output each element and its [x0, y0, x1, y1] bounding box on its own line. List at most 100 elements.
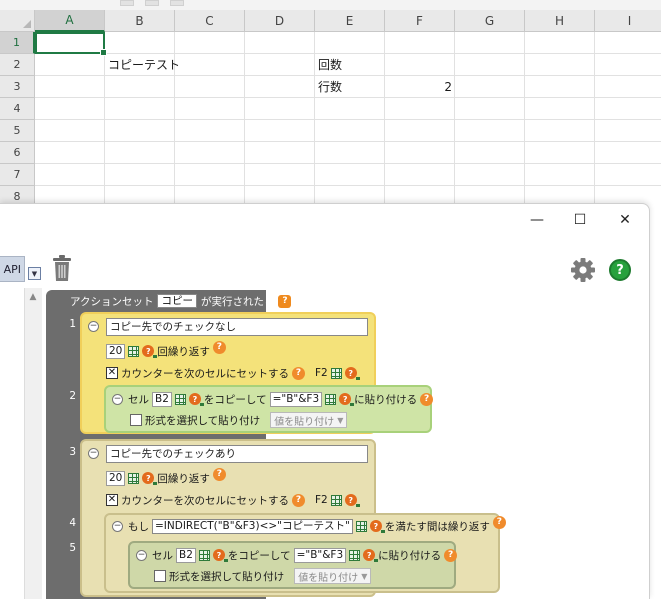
ribbon-button[interactable] — [170, 0, 184, 6]
collapse-toggle[interactable]: − — [88, 321, 99, 332]
collapse-toggle[interactable]: − — [112, 394, 123, 405]
formula-icon[interactable]: ? — [344, 367, 360, 380]
format-select[interactable]: 値を貼り付け ▼ — [294, 568, 372, 584]
cell-picker-icon[interactable] — [349, 549, 361, 561]
format-select[interactable]: 値を貼り付け ▼ — [270, 412, 348, 428]
formula-icon[interactable]: ? — [212, 549, 228, 562]
cell-picker-icon[interactable] — [128, 345, 140, 357]
column-header-b[interactable]: B — [105, 10, 175, 32]
repeat-block-1: − コピー先でのチェックなし 20 ? 回繰り返す ? ✕ カウンターを次のセル… — [80, 312, 434, 434]
trash-icon[interactable] — [50, 254, 74, 282]
close-button[interactable]: ✕ — [610, 208, 640, 232]
row-header-5[interactable]: 5 — [0, 120, 35, 142]
ribbon-strip — [0, 0, 661, 10]
formula-icon[interactable]: ? — [339, 393, 355, 406]
cell-f3[interactable]: 2 — [385, 76, 455, 98]
help-icon[interactable]: ? — [492, 515, 506, 529]
formula-icon[interactable]: ? — [142, 472, 158, 485]
api-tab[interactable]: API — [0, 256, 25, 282]
cell-e2[interactable]: 回数 — [315, 54, 345, 76]
format-label: 形式を選択して貼り付け — [145, 414, 261, 427]
cell-picker-icon[interactable] — [330, 367, 342, 379]
repeat-count-input[interactable]: 20 — [106, 343, 126, 359]
cell-b2[interactable]: コピーテスト — [105, 54, 183, 76]
row-header-7[interactable]: 7 — [0, 164, 35, 186]
cell-picker-icon[interactable] — [330, 494, 342, 506]
cell-label: セル — [128, 393, 149, 406]
condition-input[interactable]: =INDIRECT("B"&F3)<>"コピーテスト" — [152, 518, 353, 534]
collapse-toggle[interactable]: − — [88, 448, 99, 459]
row-header-6[interactable]: 6 — [0, 142, 35, 164]
copy-dest-input[interactable]: ="B"&F3 — [293, 547, 347, 563]
format-checkbox[interactable] — [130, 414, 142, 426]
repeat-count-input[interactable]: 20 — [106, 470, 126, 486]
column-header-f[interactable]: F — [385, 10, 455, 32]
cell-picker-icon[interactable] — [355, 520, 367, 532]
counter-label: カウンターを次のセルにセットする — [121, 494, 289, 507]
paste-label: に貼り付ける — [378, 549, 442, 562]
row-header-2[interactable]: 2 — [0, 54, 35, 76]
copy-dest-input[interactable]: ="B"&F3 — [269, 391, 323, 407]
ribbon-button[interactable] — [120, 0, 134, 6]
help-icon[interactable]: ? — [292, 493, 305, 507]
counter-row: ✕ カウンターを次のセルにセットする ? F2 ? — [106, 365, 360, 381]
column-header-e[interactable]: E — [315, 10, 385, 32]
formula-icon[interactable]: ? — [142, 345, 158, 358]
block-title-input[interactable]: コピー先でのチェックあり — [106, 445, 368, 463]
row-header-1[interactable]: 1 — [0, 32, 35, 54]
row-header-3[interactable]: 3 — [0, 76, 35, 98]
active-cell-a1[interactable] — [35, 32, 107, 56]
scrollbar[interactable] — [24, 288, 42, 599]
maximize-button[interactable]: ☐ — [565, 208, 595, 232]
column-header-h[interactable]: H — [525, 10, 595, 32]
counter-label: カウンターを次のセルにセットする — [121, 367, 289, 380]
help-icon[interactable]: ? — [278, 294, 292, 308]
cell-picker-icon[interactable] — [198, 549, 210, 561]
counter-checkbox[interactable]: ✕ — [106, 367, 118, 379]
collapse-toggle[interactable]: − — [136, 550, 147, 561]
copy-source-input[interactable]: B2 — [152, 391, 172, 407]
format-checkbox[interactable] — [154, 570, 166, 582]
formula-icon[interactable]: ? — [363, 549, 379, 562]
column-header-g[interactable]: G — [455, 10, 525, 32]
formula-icon[interactable]: ? — [188, 393, 204, 406]
formula-icon[interactable]: ? — [344, 494, 360, 507]
copy-label: をコピーして — [203, 393, 267, 406]
help-icon[interactable]: ? — [420, 392, 434, 406]
help-icon[interactable]: ? — [444, 548, 458, 562]
action-set-name[interactable]: コピー — [157, 294, 197, 308]
chevron-down-icon[interactable]: ▼ — [28, 267, 41, 280]
column-header-a[interactable]: A — [35, 10, 105, 32]
cell-e3[interactable]: 行数 — [315, 76, 345, 98]
help-icon[interactable]: ? — [292, 366, 305, 380]
help-icon[interactable]: ? — [212, 467, 226, 481]
formula-icon[interactable]: ? — [369, 520, 385, 533]
cell-label: セル — [152, 549, 173, 562]
column-header-d[interactable]: D — [245, 10, 315, 32]
cell-picker-icon[interactable] — [325, 393, 337, 405]
collapse-toggle[interactable]: − — [112, 521, 123, 532]
scroll-up-icon[interactable]: ▲ — [24, 290, 42, 304]
help-icon[interactable]: ? — [609, 259, 631, 281]
column-header-c[interactable]: C — [175, 10, 245, 32]
counter-cell-value[interactable]: F2 — [315, 367, 328, 379]
cell-picker-icon[interactable] — [174, 393, 186, 405]
format-row: 形式を選択して貼り付け 値を貼り付け ▼ — [154, 568, 372, 584]
repeat-row: 20 ? 回繰り返す ? — [106, 467, 226, 486]
counter-cell-value[interactable]: F2 — [315, 494, 328, 506]
line-number: 3 — [69, 446, 76, 458]
minimize-button[interactable]: — — [522, 208, 552, 232]
grid-line — [35, 163, 661, 164]
cell-picker-icon[interactable] — [128, 472, 140, 484]
counter-checkbox[interactable]: ✕ — [106, 494, 118, 506]
block-title-input[interactable]: コピー先でのチェックなし — [106, 318, 368, 336]
column-header-i[interactable]: I — [595, 10, 661, 32]
row-header-4[interactable]: 4 — [0, 98, 35, 120]
select-all-corner[interactable] — [0, 10, 35, 32]
copy-source-input[interactable]: B2 — [176, 547, 196, 563]
format-option: 値を貼り付け — [298, 572, 359, 584]
gear-icon[interactable] — [570, 257, 596, 283]
left-panel: ▲ — [0, 288, 42, 599]
help-icon[interactable]: ? — [212, 340, 226, 354]
ribbon-button[interactable] — [145, 0, 159, 6]
